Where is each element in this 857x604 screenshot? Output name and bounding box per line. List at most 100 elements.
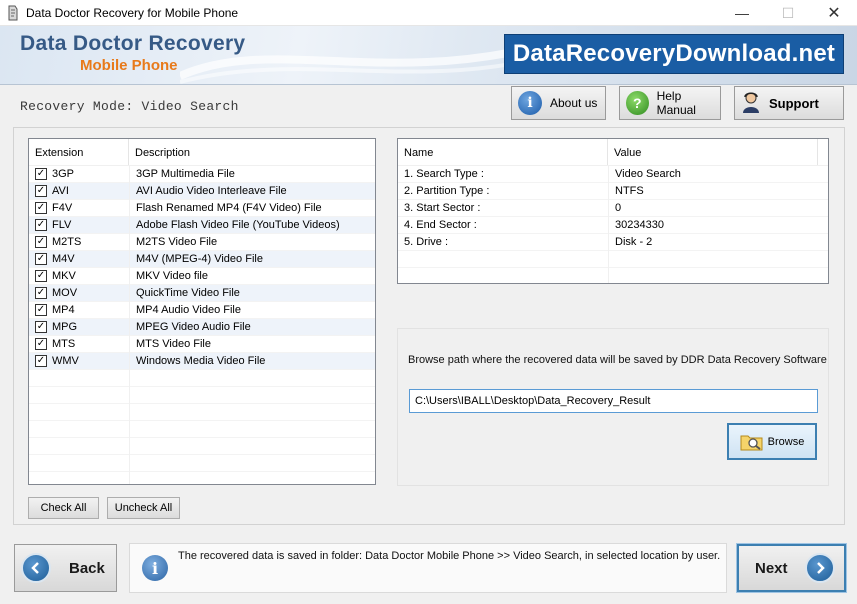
uncheck-all-button[interactable]: Uncheck All	[107, 497, 180, 519]
extension-list[interactable]: Extension Description ✓ 3GP 3GP Multimedia…	[28, 138, 376, 485]
column-header-extension[interactable]: Extension	[29, 139, 129, 165]
info-row[interactable]: 2. Partition Type : NTFS	[398, 183, 828, 200]
empty-row	[29, 438, 375, 455]
column-header-description[interactable]: Description	[129, 139, 375, 165]
folder-search-icon	[740, 433, 764, 451]
extension-cell: ✓ MTS	[29, 338, 129, 350]
column-divider	[608, 166, 609, 283]
extension-checkbox[interactable]: ✓	[35, 270, 47, 282]
info-name: 4. End Sector :	[404, 219, 477, 231]
back-label: Back	[69, 559, 105, 577]
info-row[interactable]: 3. Start Sector : 0	[398, 200, 828, 217]
extension-checkbox[interactable]: ✓	[35, 168, 47, 180]
extension-row[interactable]: ✓ MOV QuickTime Video File	[29, 285, 375, 302]
extension-name: AVI	[52, 185, 69, 197]
empty-row	[29, 455, 375, 472]
extension-checkbox[interactable]: ✓	[35, 304, 47, 316]
extension-row[interactable]: ✓ WMV Windows Media Video File	[29, 353, 375, 370]
extension-cell: ✓ FLV	[29, 219, 129, 231]
extension-row[interactable]: ✓ MKV MKV Video file	[29, 268, 375, 285]
extension-row[interactable]: ✓ F4V Flash Renamed MP4 (F4V Video) File	[29, 200, 375, 217]
extension-description: Windows Media Video File	[136, 355, 266, 367]
column-header-value[interactable]: Value	[608, 139, 818, 165]
extension-row[interactable]: ✓ M4V M4V (MPEG-4) Video File	[29, 251, 375, 268]
extension-checkbox[interactable]: ✓	[35, 219, 47, 231]
extension-checkbox[interactable]: ✓	[35, 185, 47, 197]
extension-description: MTS Video File	[136, 338, 211, 350]
empty-row	[29, 472, 375, 484]
info-value: Video Search	[615, 168, 681, 180]
extension-list-header: Extension Description	[29, 139, 375, 166]
extension-name: MPG	[52, 321, 78, 333]
browse-panel: Browse path where the recovered data wil…	[397, 328, 829, 486]
extension-checkbox[interactable]: ✓	[35, 355, 47, 367]
column-header-name[interactable]: Name	[398, 139, 608, 165]
back-button[interactable]: Back	[14, 544, 117, 592]
info-list-header: Name Value	[398, 139, 828, 166]
empty-row	[29, 421, 375, 438]
empty-row	[29, 387, 375, 404]
extension-name: FLV	[52, 219, 72, 231]
help-manual-label: Help Manual	[656, 89, 696, 117]
info-name: 5. Drive :	[404, 236, 449, 248]
check-all-button[interactable]: Check All	[28, 497, 99, 519]
extension-name: MKV	[52, 270, 76, 282]
status-bar: i The recovered data is saved in folder:…	[129, 543, 727, 593]
extension-name: MP4	[52, 304, 75, 316]
extension-description: Flash Renamed MP4 (F4V Video) File	[136, 202, 322, 214]
minimize-button[interactable]: —	[719, 0, 765, 26]
info-icon: i	[518, 91, 542, 115]
support-button[interactable]: Support	[734, 86, 844, 120]
extension-checkbox[interactable]: ✓	[35, 321, 47, 333]
extension-checkbox[interactable]: ✓	[35, 253, 47, 265]
extension-checkbox[interactable]: ✓	[35, 338, 47, 350]
extension-description: MP4 Audio Video File	[136, 304, 241, 316]
browse-button[interactable]: Browse	[727, 423, 817, 460]
app-icon	[8, 5, 18, 21]
about-us-button[interactable]: i About us	[511, 86, 606, 120]
extension-row[interactable]: ✓ MTS MTS Video File	[29, 336, 375, 353]
brand-title: Data Doctor Recovery	[20, 32, 246, 55]
status-text: The recovered data is saved in folder: D…	[178, 550, 721, 562]
search-info-list[interactable]: Name Value 1. Search Type : Video Search 2…	[397, 138, 829, 284]
extension-row[interactable]: ✓ M2TS M2TS Video File	[29, 234, 375, 251]
info-icon: i	[142, 555, 168, 581]
extension-cell: ✓ AVI	[29, 185, 129, 197]
close-button[interactable]: ✕	[811, 0, 857, 26]
extension-name: MTS	[52, 338, 76, 350]
info-row[interactable]: 5. Drive : Disk - 2	[398, 234, 828, 251]
column-divider	[129, 166, 130, 484]
empty-row	[29, 370, 375, 387]
info-row[interactable]: 1. Search Type : Video Search	[398, 166, 828, 183]
extension-description: M2TS Video File	[136, 236, 218, 248]
info-row[interactable]: 4. End Sector : 30234330	[398, 217, 828, 234]
next-label: Next	[755, 559, 788, 577]
site-logo[interactable]: DataRecoveryDownload.net	[504, 34, 844, 74]
extension-cell: ✓ 3GP	[29, 168, 129, 180]
maximize-button[interactable]: ☐	[765, 0, 811, 26]
extension-description: QuickTime Video File	[136, 287, 240, 299]
title-bar: Data Doctor Recovery for Mobile Phone — …	[0, 0, 857, 26]
browse-label: Browse	[767, 435, 805, 448]
extension-cell: ✓ MPG	[29, 321, 129, 333]
extension-description: MPEG Video Audio File	[136, 321, 251, 333]
toolbar: Recovery Mode: Video Search i About us ?…	[0, 85, 857, 127]
help-manual-button[interactable]: ? Help Manual	[619, 86, 721, 120]
extension-row[interactable]: ✓ FLV Adobe Flash Video File (YouTube Vide…	[29, 217, 375, 234]
header-banner: Data Doctor Recovery Mobile Phone DataRe…	[0, 26, 857, 85]
arrow-right-icon	[804, 553, 835, 583]
extension-name: 3GP	[52, 168, 75, 180]
extension-checkbox[interactable]: ✓	[35, 287, 47, 299]
window-title: Data Doctor Recovery for Mobile Phone	[26, 6, 239, 20]
extension-checkbox[interactable]: ✓	[35, 202, 47, 214]
save-path-input[interactable]	[409, 389, 818, 413]
extension-checkbox[interactable]: ✓	[35, 236, 47, 248]
extension-row[interactable]: ✓ MPG MPEG Video Audio File	[29, 319, 375, 336]
next-button[interactable]: Next	[736, 543, 847, 593]
extension-row[interactable]: ✓ 3GP 3GP Multimedia File	[29, 166, 375, 183]
extension-row[interactable]: ✓ MP4 MP4 Audio Video File	[29, 302, 375, 319]
extension-row[interactable]: ✓ AVI AVI Audio Video Interleave File	[29, 183, 375, 200]
extension-cell: ✓ MP4	[29, 304, 129, 316]
extension-name: MOV	[52, 287, 78, 299]
help-icon: ?	[626, 91, 649, 115]
